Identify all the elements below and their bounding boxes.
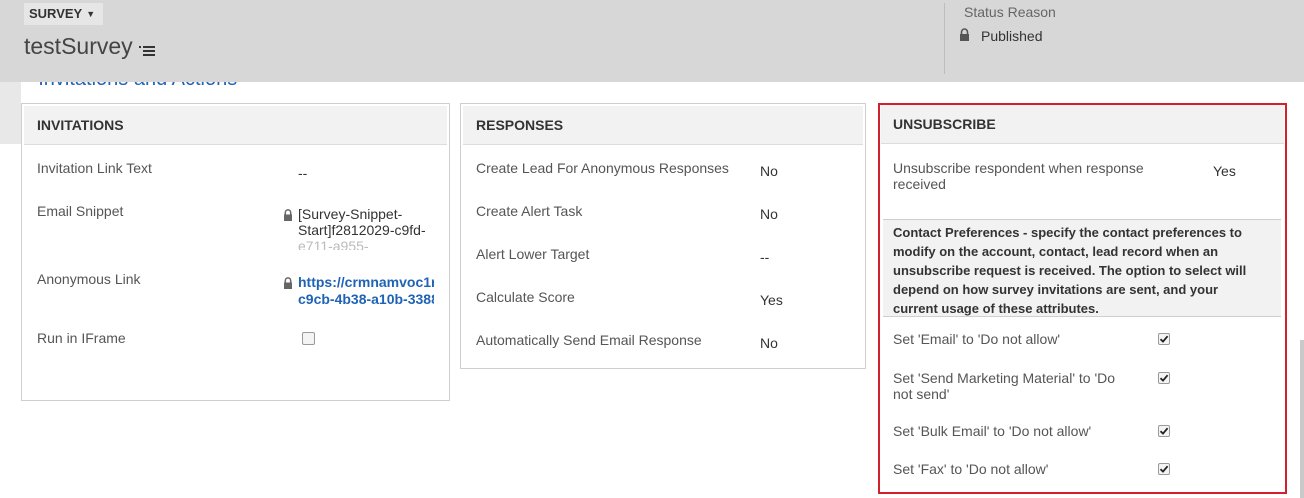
set-bulk-email-checkbox[interactable] (1158, 425, 1170, 437)
auto-send-email-label: Automatically Send Email Response (476, 332, 702, 348)
invitations-title: INVITATIONS (24, 106, 447, 145)
contact-preferences-text: Contact Preferences - specify the contac… (893, 225, 1247, 316)
unsubscribe-respondent-value[interactable]: Yes (1213, 163, 1236, 179)
set-email-option-label: Set 'Email' to 'Do not allow' (893, 331, 1061, 347)
entity-label: SURVEY (29, 6, 83, 21)
create-lead-value[interactable]: No (760, 163, 778, 179)
email-snippet-label: Email Snippet (37, 203, 124, 219)
calculate-score-label: Calculate Score (476, 289, 575, 305)
set-email-checkbox[interactable] (1158, 333, 1170, 345)
alert-lower-target-value[interactable]: -- (760, 249, 769, 265)
invitations-panel: INVITATIONS Invitation Link Text -- Emai… (21, 103, 450, 401)
set-marketing-checkbox[interactable] (1158, 372, 1170, 384)
lock-icon (960, 28, 969, 41)
set-marketing-option-label: Set 'Send Marketing Material' to 'Do not… (893, 370, 1116, 402)
header-divider (944, 3, 945, 74)
invitation-link-text-label: Invitation Link Text (37, 160, 152, 176)
status-reason-value: Published (981, 28, 1043, 44)
entity-selector-button[interactable]: SURVEY ▼ (24, 3, 104, 25)
run-in-iframe-checkbox[interactable] (302, 332, 315, 345)
lock-icon (284, 277, 292, 289)
run-in-iframe-label: Run in IFrame (37, 330, 126, 346)
set-fax-option-label: Set 'Fax' to 'Do not allow' (893, 461, 1049, 477)
caret-down-icon: ▼ (86, 9, 96, 19)
unsubscribe-title: UNSUBSCRIBE (881, 105, 1284, 144)
anonymous-link[interactable]: https://crmnamvoc1r c9cb-4b38-a10b-3388 (298, 274, 434, 308)
calculate-score-value[interactable]: Yes (760, 292, 783, 308)
unsubscribe-respondent-label: Unsubscribe respondent when response rec… (893, 160, 1144, 192)
auto-send-email-value[interactable]: No (760, 335, 778, 351)
form-header: SURVEY ▼ testSurvey Status Reason Publish… (0, 0, 1304, 82)
responses-panel: RESPONSES Create Lead For Anonymous Resp… (460, 103, 866, 369)
form-menu-icon[interactable] (139, 45, 155, 57)
alert-lower-target-label: Alert Lower Target (476, 246, 590, 262)
set-fax-checkbox[interactable] (1158, 463, 1170, 475)
responses-title: RESPONSES (463, 106, 863, 145)
status-reason-label: Status Reason (964, 4, 1056, 20)
invitation-link-text-value[interactable]: -- (298, 165, 307, 181)
create-lead-label: Create Lead For Anonymous Responses (476, 160, 729, 176)
contact-preferences-box: Contact Preferences - specify the contac… (883, 219, 1281, 317)
record-title: testSurvey (24, 33, 133, 59)
side-strip (0, 82, 21, 144)
email-snippet-value: [Survey-Snippet- Start]f2812029-c9fd- e7… (298, 206, 426, 250)
set-bulk-email-option-label: Set 'Bulk Email' to 'Do not allow' (893, 423, 1092, 439)
scrollbar-thumb[interactable] (1300, 340, 1304, 498)
lock-icon (284, 209, 292, 221)
create-alert-task-label: Create Alert Task (476, 203, 583, 219)
anonymous-link-label: Anonymous Link (37, 271, 141, 287)
create-alert-task-value[interactable]: No (760, 206, 778, 222)
